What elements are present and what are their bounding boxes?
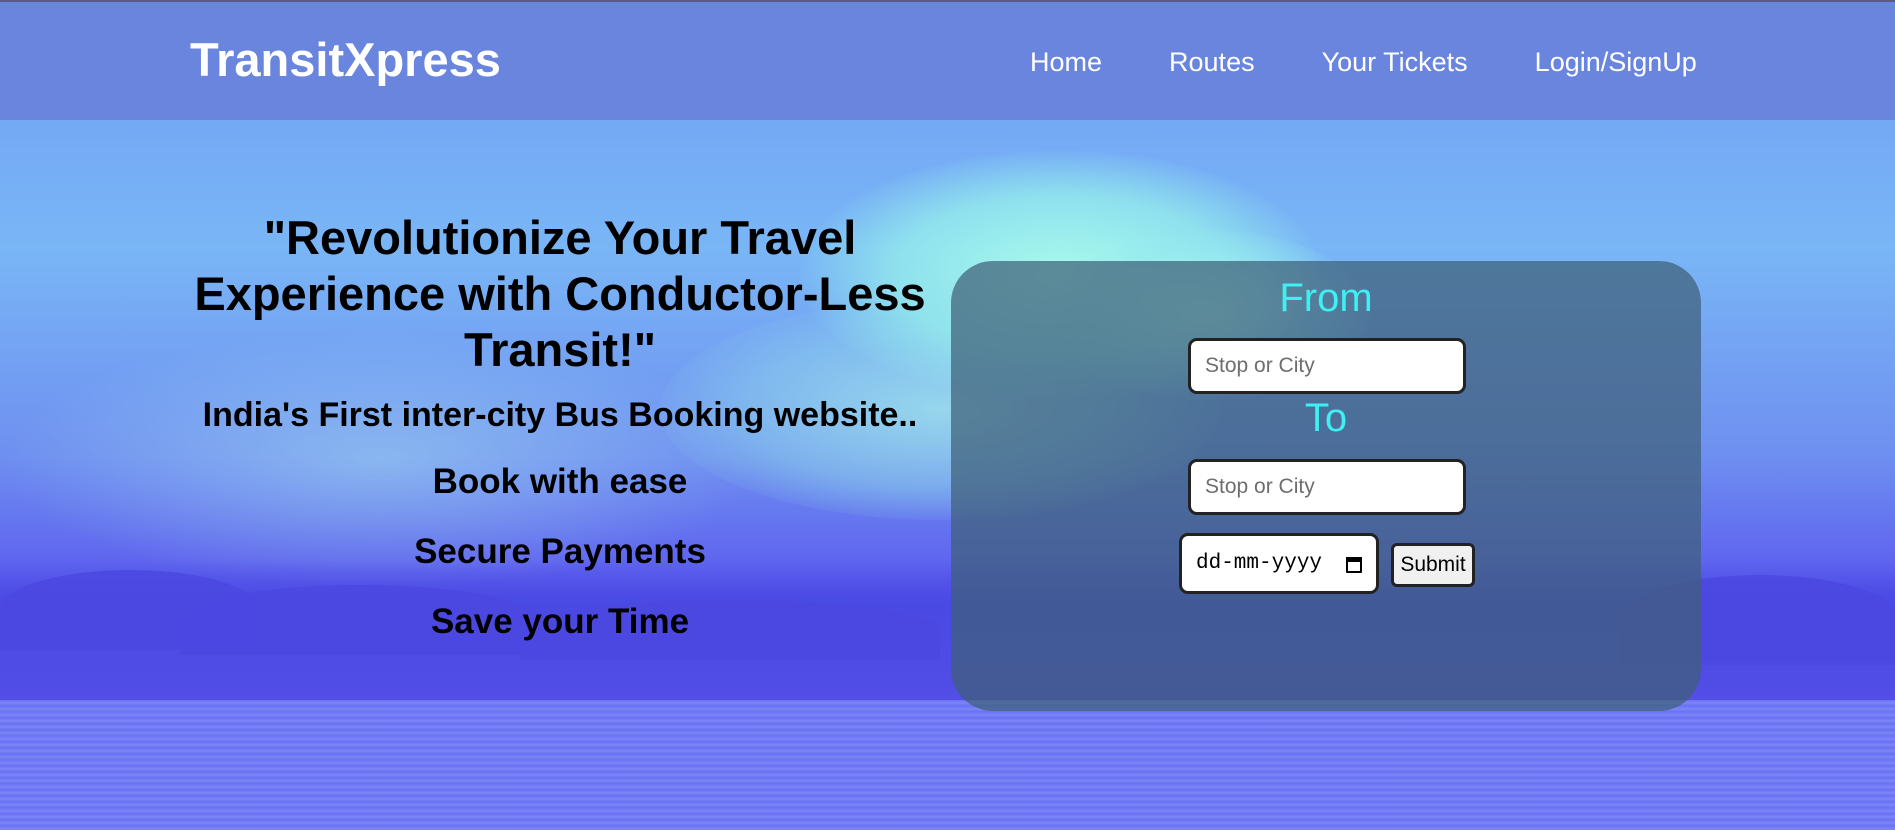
nav-routes[interactable]: Routes [1169,47,1255,78]
submit-button[interactable]: Submit [1391,543,1475,587]
from-input[interactable] [1188,338,1466,394]
feature-secure-payments: Secure Payments [414,532,706,571]
hero-section: "Revolutionize Your Travel Experience wi… [180,210,940,642]
nav-your-tickets[interactable]: Your Tickets [1322,47,1468,78]
feature-book-with-ease: Book with ease [432,462,688,501]
site-logo[interactable]: TransitXpress [190,32,501,87]
to-input[interactable] [1188,459,1466,515]
page: TransitXpress Home Routes Your Tickets L… [0,0,1895,830]
site-header: TransitXpress Home Routes Your Tickets L… [0,0,1895,120]
date-input[interactable]: dd-mm-yyyy [1179,533,1379,594]
to-label: To [1304,396,1348,440]
hero-subheadline: India's First inter-city Bus Booking web… [202,396,918,434]
background-water [0,700,1895,830]
booking-panel: From To dd-mm-yyyy Submit [951,261,1701,711]
nav-login-signup[interactable]: Login/SignUp [1535,47,1697,78]
hero-headline: "Revolutionize Your Travel Experience wi… [194,211,926,376]
main-nav: Home Routes Your Tickets Login/SignUp [1030,47,1697,78]
from-label: From [1279,276,1373,320]
date-placeholder: dd-mm-yyyy [1196,552,1323,575]
nav-home[interactable]: Home [1030,47,1102,78]
calendar-icon[interactable] [1346,555,1362,573]
feature-save-time: Save your Time [430,602,690,641]
